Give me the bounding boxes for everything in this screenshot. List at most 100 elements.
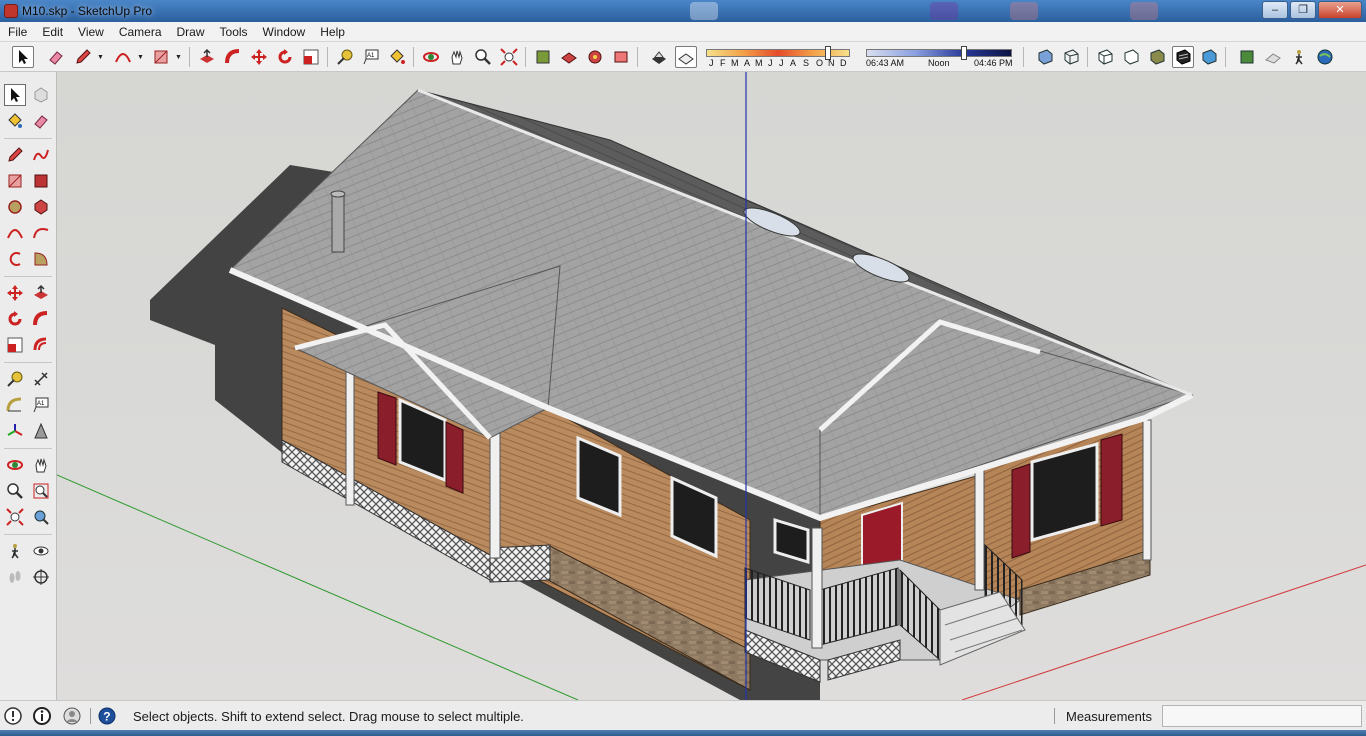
offset-icon[interactable] [30,334,52,356]
chevron-down-icon[interactable]: ▼ [137,54,144,61]
look-around-icon[interactable] [30,540,52,562]
geo-location-icon[interactable] [1236,46,1258,68]
hidden-line-icon[interactable] [1094,46,1116,68]
pie-icon[interactable] [30,248,52,270]
chevron-down-icon[interactable]: ▼ [97,54,104,61]
pan-icon[interactable] [446,46,468,68]
rotated-rectangle-icon[interactable] [30,170,52,192]
two-point-arc-icon[interactable] [30,222,52,244]
zoom-extents-icon[interactable] [4,506,26,528]
model-viewport[interactable] [57,72,1366,700]
text-icon[interactable]: A1 [30,394,52,416]
display-fog-icon[interactable] [675,46,697,68]
line-icon[interactable] [4,144,26,166]
close-button[interactable]: ✕ [1318,1,1362,19]
orbit-icon[interactable] [4,454,26,476]
xray-icon[interactable] [1034,46,1056,68]
minimize-button[interactable]: – [1262,1,1288,19]
menu-draw[interactable]: Draw [169,25,212,39]
3d-text-icon[interactable] [30,420,52,442]
polygon-icon[interactable] [30,196,52,218]
warehouse-icon[interactable] [532,46,554,68]
wireframe-icon[interactable] [1060,46,1082,68]
extension-icon[interactable] [610,46,632,68]
components-icon[interactable] [584,46,606,68]
walk-icon[interactable] [4,540,26,562]
shaded-textures-icon[interactable] [1146,46,1168,68]
dimension-icon[interactable] [30,368,52,390]
circle-icon[interactable] [4,196,26,218]
zoom-window-icon[interactable] [30,480,52,502]
sandbox-icon[interactable] [1262,46,1284,68]
rectangle-icon[interactable] [150,46,172,68]
paint-bucket-icon[interactable] [4,110,26,132]
orbit-icon[interactable] [420,46,442,68]
pan-icon[interactable] [30,454,52,476]
push-pull-icon[interactable] [30,282,52,304]
pencil-icon[interactable] [72,46,94,68]
shadow-time-slider[interactable] [866,46,1012,60]
eraser-icon[interactable] [45,46,67,68]
month-label: A [790,58,797,68]
zoom-icon[interactable] [472,46,494,68]
menu-camera[interactable]: Camera [111,25,169,39]
rectangle-icon[interactable] [4,170,26,192]
scale-icon[interactable] [300,46,322,68]
geo-info-icon[interactable] [3,706,23,726]
menu-window[interactable]: Window [255,25,313,39]
user-account-icon[interactable] [62,706,82,726]
month-label: S [803,58,810,68]
palette-divider [4,276,52,277]
axes-icon[interactable] [4,420,26,442]
eraser-icon[interactable] [30,110,52,132]
menu-file[interactable]: File [0,25,34,39]
tape-measure-icon[interactable] [4,368,26,390]
restore-button[interactable]: ❐ [1290,1,1316,19]
rotate-icon[interactable] [4,308,26,330]
share-model-icon[interactable] [558,46,580,68]
menu-help[interactable]: Help [312,25,352,39]
menu-view[interactable]: View [70,25,111,39]
menu-tools[interactable]: Tools [212,25,255,39]
select-icon[interactable] [4,84,26,106]
zoom-extents-icon[interactable] [498,46,520,68]
three-point-arc-icon[interactable] [4,248,26,270]
select-icon[interactable] [12,46,34,68]
zoom-icon[interactable] [4,480,26,502]
menu-edit[interactable]: Edit [34,25,70,39]
toolbar-divider [189,47,190,67]
section-plane-icon[interactable] [30,566,52,588]
shadow-date-slider[interactable] [706,46,850,60]
scale-icon[interactable] [4,334,26,356]
protractor-icon[interactable] [4,394,26,416]
display-shadows-icon[interactable] [648,46,670,68]
time-slider-knob[interactable] [961,46,967,60]
tape-measure-icon[interactable] [334,46,356,68]
color-by-tag-icon[interactable] [1198,46,1220,68]
google-earth-icon[interactable] [1314,46,1336,68]
move-icon[interactable] [4,282,26,304]
text-icon[interactable]: A1 [360,46,382,68]
follow-me-icon[interactable] [222,46,244,68]
chevron-down-icon[interactable]: ▼ [175,54,182,61]
push-pull-icon[interactable] [196,46,218,68]
component-icon[interactable] [30,84,52,106]
credits-icon[interactable] [32,706,52,726]
monochrome-icon[interactable] [1172,46,1194,68]
help-icon[interactable]: ? [97,706,117,726]
window [1030,442,1099,542]
freehand-icon[interactable] [30,144,52,166]
measurements-input[interactable] [1162,705,1362,727]
follow-me-icon[interactable] [30,308,52,330]
arc-icon[interactable] [4,222,26,244]
rotate-icon[interactable] [274,46,296,68]
paint-bucket-icon[interactable] [386,46,408,68]
walk-icon[interactable] [1288,46,1310,68]
footprints-icon[interactable] [4,566,26,588]
house-model-canvas[interactable] [57,72,1366,700]
move-icon[interactable] [248,46,270,68]
shaded-icon[interactable] [1120,46,1142,68]
position-camera-icon[interactable] [30,506,52,528]
sketchup-app-icon[interactable] [4,4,18,18]
arc-icon[interactable] [112,46,134,68]
